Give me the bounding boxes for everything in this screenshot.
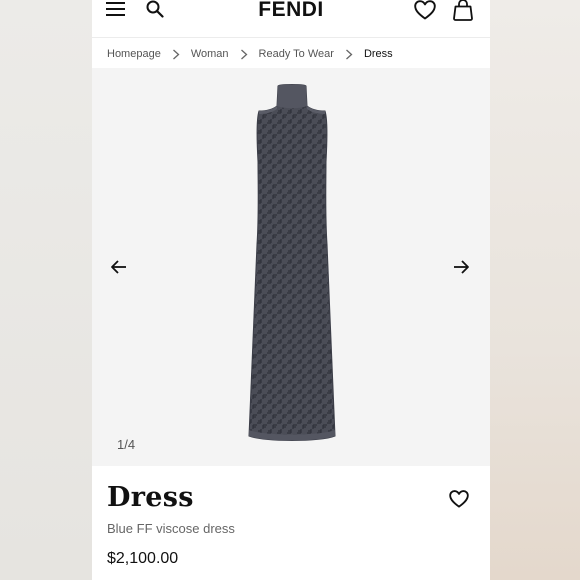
breadcrumb-dress: Dress xyxy=(363,48,393,60)
hamburger-menu-icon[interactable] xyxy=(106,1,126,17)
breadcrumb-woman[interactable]: Woman xyxy=(191,48,229,60)
product-gallery: 1/4 xyxy=(92,68,490,466)
breadcrumb: Homepage Woman Ready To Wear Dress xyxy=(107,46,393,62)
backdrop-right xyxy=(488,0,580,580)
site-header: FENDI xyxy=(92,0,490,38)
product-page: FENDI Homepage Woman Ready To Wear Dress xyxy=(92,0,490,580)
product-title: Dress xyxy=(107,482,194,513)
search-icon[interactable] xyxy=(146,0,164,18)
chevron-right-icon xyxy=(345,49,353,60)
product-subtitle: Blue FF viscose dress xyxy=(107,521,235,536)
shopping-bag-icon[interactable] xyxy=(452,0,474,21)
arrow-left-icon[interactable] xyxy=(110,259,128,275)
product-image[interactable] xyxy=(232,84,352,446)
arrow-right-icon[interactable] xyxy=(452,259,470,275)
backdrop-left xyxy=(0,0,92,580)
product-price: $2,100.00 xyxy=(107,550,179,567)
chevron-right-icon xyxy=(240,49,248,60)
breadcrumb-ready-to-wear[interactable]: Ready To Wear xyxy=(259,48,334,60)
heart-outline-icon[interactable] xyxy=(449,490,469,508)
chevron-right-icon xyxy=(172,49,180,60)
brand-logo[interactable]: FENDI xyxy=(242,0,340,22)
heart-outline-icon[interactable] xyxy=(414,0,436,20)
breadcrumb-homepage[interactable]: Homepage xyxy=(107,48,161,60)
gallery-counter: 1/4 xyxy=(117,437,136,452)
